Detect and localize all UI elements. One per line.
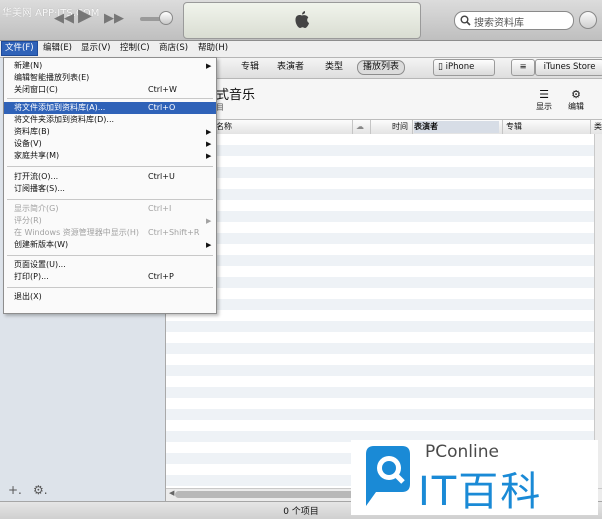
previous-icon[interactable]: ◀◀ <box>54 12 74 26</box>
horizontal-scroll-thumb[interactable] <box>175 491 355 498</box>
tab-albums[interactable]: 专辑 <box>236 61 264 74</box>
iphone-label: iPhone <box>445 62 475 72</box>
menu-item-add-file[interactable]: 将文件添加到资料库(A)... Ctrl+O <box>4 102 216 114</box>
menu-separator <box>7 287 213 288</box>
menu-item-get-info: 显示简介(G) Ctrl+I <box>14 204 172 213</box>
menu-separator <box>7 166 213 167</box>
list-icon: ≡ <box>519 62 527 72</box>
submenu-arrow-icon: ▶ <box>206 152 212 160</box>
col-artist[interactable]: 表演者 <box>414 121 499 133</box>
submenu-arrow-icon: ▶ <box>206 217 212 225</box>
show-button[interactable]: ☰ 显示 <box>532 88 556 112</box>
submenu-arrow-icon: ▶ <box>206 140 212 148</box>
menu-item-add-folder[interactable]: 将文件夹添加到资料库(D)... <box>4 114 216 126</box>
volume-knob[interactable] <box>159 11 173 25</box>
menu-bar: 文件(F) 编辑(E) 显示(V) 控制(C) 商店(S) 帮助(H) <box>0 41 602 58</box>
tab-artists[interactable]: 表演者 <box>272 61 309 74</box>
col-extra[interactable]: 类 <box>594 121 602 133</box>
menu-item-library[interactable]: 资料库(B) ▶ <box>4 126 216 138</box>
list-view-button[interactable]: ≡ <box>511 59 535 76</box>
menu-separator <box>7 98 213 99</box>
search-placeholder: 搜索资料库 <box>474 18 524 29</box>
menu-item-open-stream[interactable]: 打开流(O)... Ctrl+U <box>4 171 216 183</box>
menu-store[interactable]: 商店(S) <box>156 42 191 55</box>
gear-icon[interactable]: ⚙. <box>33 483 48 497</box>
next-icon[interactable]: ▶▶ <box>104 12 124 26</box>
submenu-arrow-icon: ▶ <box>206 241 212 249</box>
menu-item-devices[interactable]: 设备(V) ▶ <box>4 138 216 150</box>
pconline-logo-icon <box>366 446 410 506</box>
menu-item-create-new-version[interactable]: 创建新版本(W) ▶ <box>4 239 216 251</box>
menu-view[interactable]: 显示(V) <box>78 42 113 55</box>
menu-item-show-in-explorer: 在 Windows 资源管理器中显示(H) Ctrl+Shift+R <box>14 228 200 237</box>
playlist-title: 式音乐 <box>216 88 256 103</box>
menu-item-new[interactable]: 新建(N) ▶ <box>4 60 216 72</box>
menu-item-rating: 评分(R) ▶ <box>14 216 212 225</box>
menu-edit[interactable]: 编辑(E) <box>40 42 75 55</box>
menu-controls[interactable]: 控制(C) <box>117 42 153 55</box>
apple-logo-icon <box>295 11 309 28</box>
menu-item-page-setup[interactable]: 页面设置(U)... <box>4 259 216 271</box>
menu-separator <box>7 199 213 200</box>
iphone-button[interactable]: ▯ iPhone <box>433 59 495 76</box>
tab-playlists[interactable]: 播放列表 <box>357 60 406 75</box>
menu-item-edit-smart-playlist[interactable]: 编辑智能播放列表(E) <box>4 72 216 84</box>
show-label: 显示 <box>536 102 552 111</box>
search-icon <box>460 15 471 26</box>
search-input[interactable]: 搜索资料库 <box>454 11 574 30</box>
fullscreen-button[interactable] <box>579 11 597 29</box>
menu-item-print[interactable]: 打印(P)... Ctrl+P <box>4 271 216 283</box>
col-album[interactable]: 专辑 <box>506 121 522 133</box>
show-icon: ☰ <box>539 88 549 101</box>
playlist-subtitle: 目 <box>216 103 224 112</box>
edit-icon: ⚙ <box>571 88 581 101</box>
menu-item-home-sharing[interactable]: 家庭共享(M) ▶ <box>4 150 216 162</box>
menu-item-close-window[interactable]: 关闭窗口(C) Ctrl+W <box>4 84 216 96</box>
menu-help[interactable]: 帮助(H) <box>195 42 231 55</box>
menu-file[interactable]: 文件(F) <box>1 41 38 56</box>
play-icon[interactable]: ▶ <box>78 7 92 25</box>
col-name[interactable]: 名称 <box>216 121 232 133</box>
submenu-arrow-icon: ▶ <box>206 128 212 136</box>
submenu-arrow-icon: ▶ <box>206 62 212 70</box>
column-header: 名称 ☁ 时间 表演者 专辑 类 <box>166 119 602 135</box>
edit-label: 编辑 <box>568 102 584 111</box>
add-playlist-icon[interactable]: +. <box>8 483 22 497</box>
iphone-icon: ▯ <box>438 62 443 72</box>
track-list[interactable] <box>166 134 594 488</box>
itunes-store-label: iTunes Store <box>543 62 596 72</box>
menu-item-exit[interactable]: 退出(X) <box>4 291 216 303</box>
logo-name: IT百科 <box>418 469 543 515</box>
col-time[interactable]: 时间 <box>392 121 408 133</box>
itunes-store-button[interactable]: iTunes Store <box>535 59 602 76</box>
scroll-left-icon[interactable]: ◀ <box>169 489 174 497</box>
vertical-scrollbar[interactable] <box>594 134 602 488</box>
menu-separator <box>7 255 213 256</box>
file-menu-dropdown: 新建(N) ▶ 编辑智能播放列表(E) 关闭窗口(C) Ctrl+W 将文件添加到资… <box>3 57 217 314</box>
cloud-icon[interactable]: ☁ <box>356 121 364 133</box>
menu-item-subscribe-podcast[interactable]: 订阅播客(S)... <box>4 183 216 195</box>
tab-genres[interactable]: 类型 <box>320 61 348 74</box>
edit-button[interactable]: ⚙ 编辑 <box>564 88 588 112</box>
